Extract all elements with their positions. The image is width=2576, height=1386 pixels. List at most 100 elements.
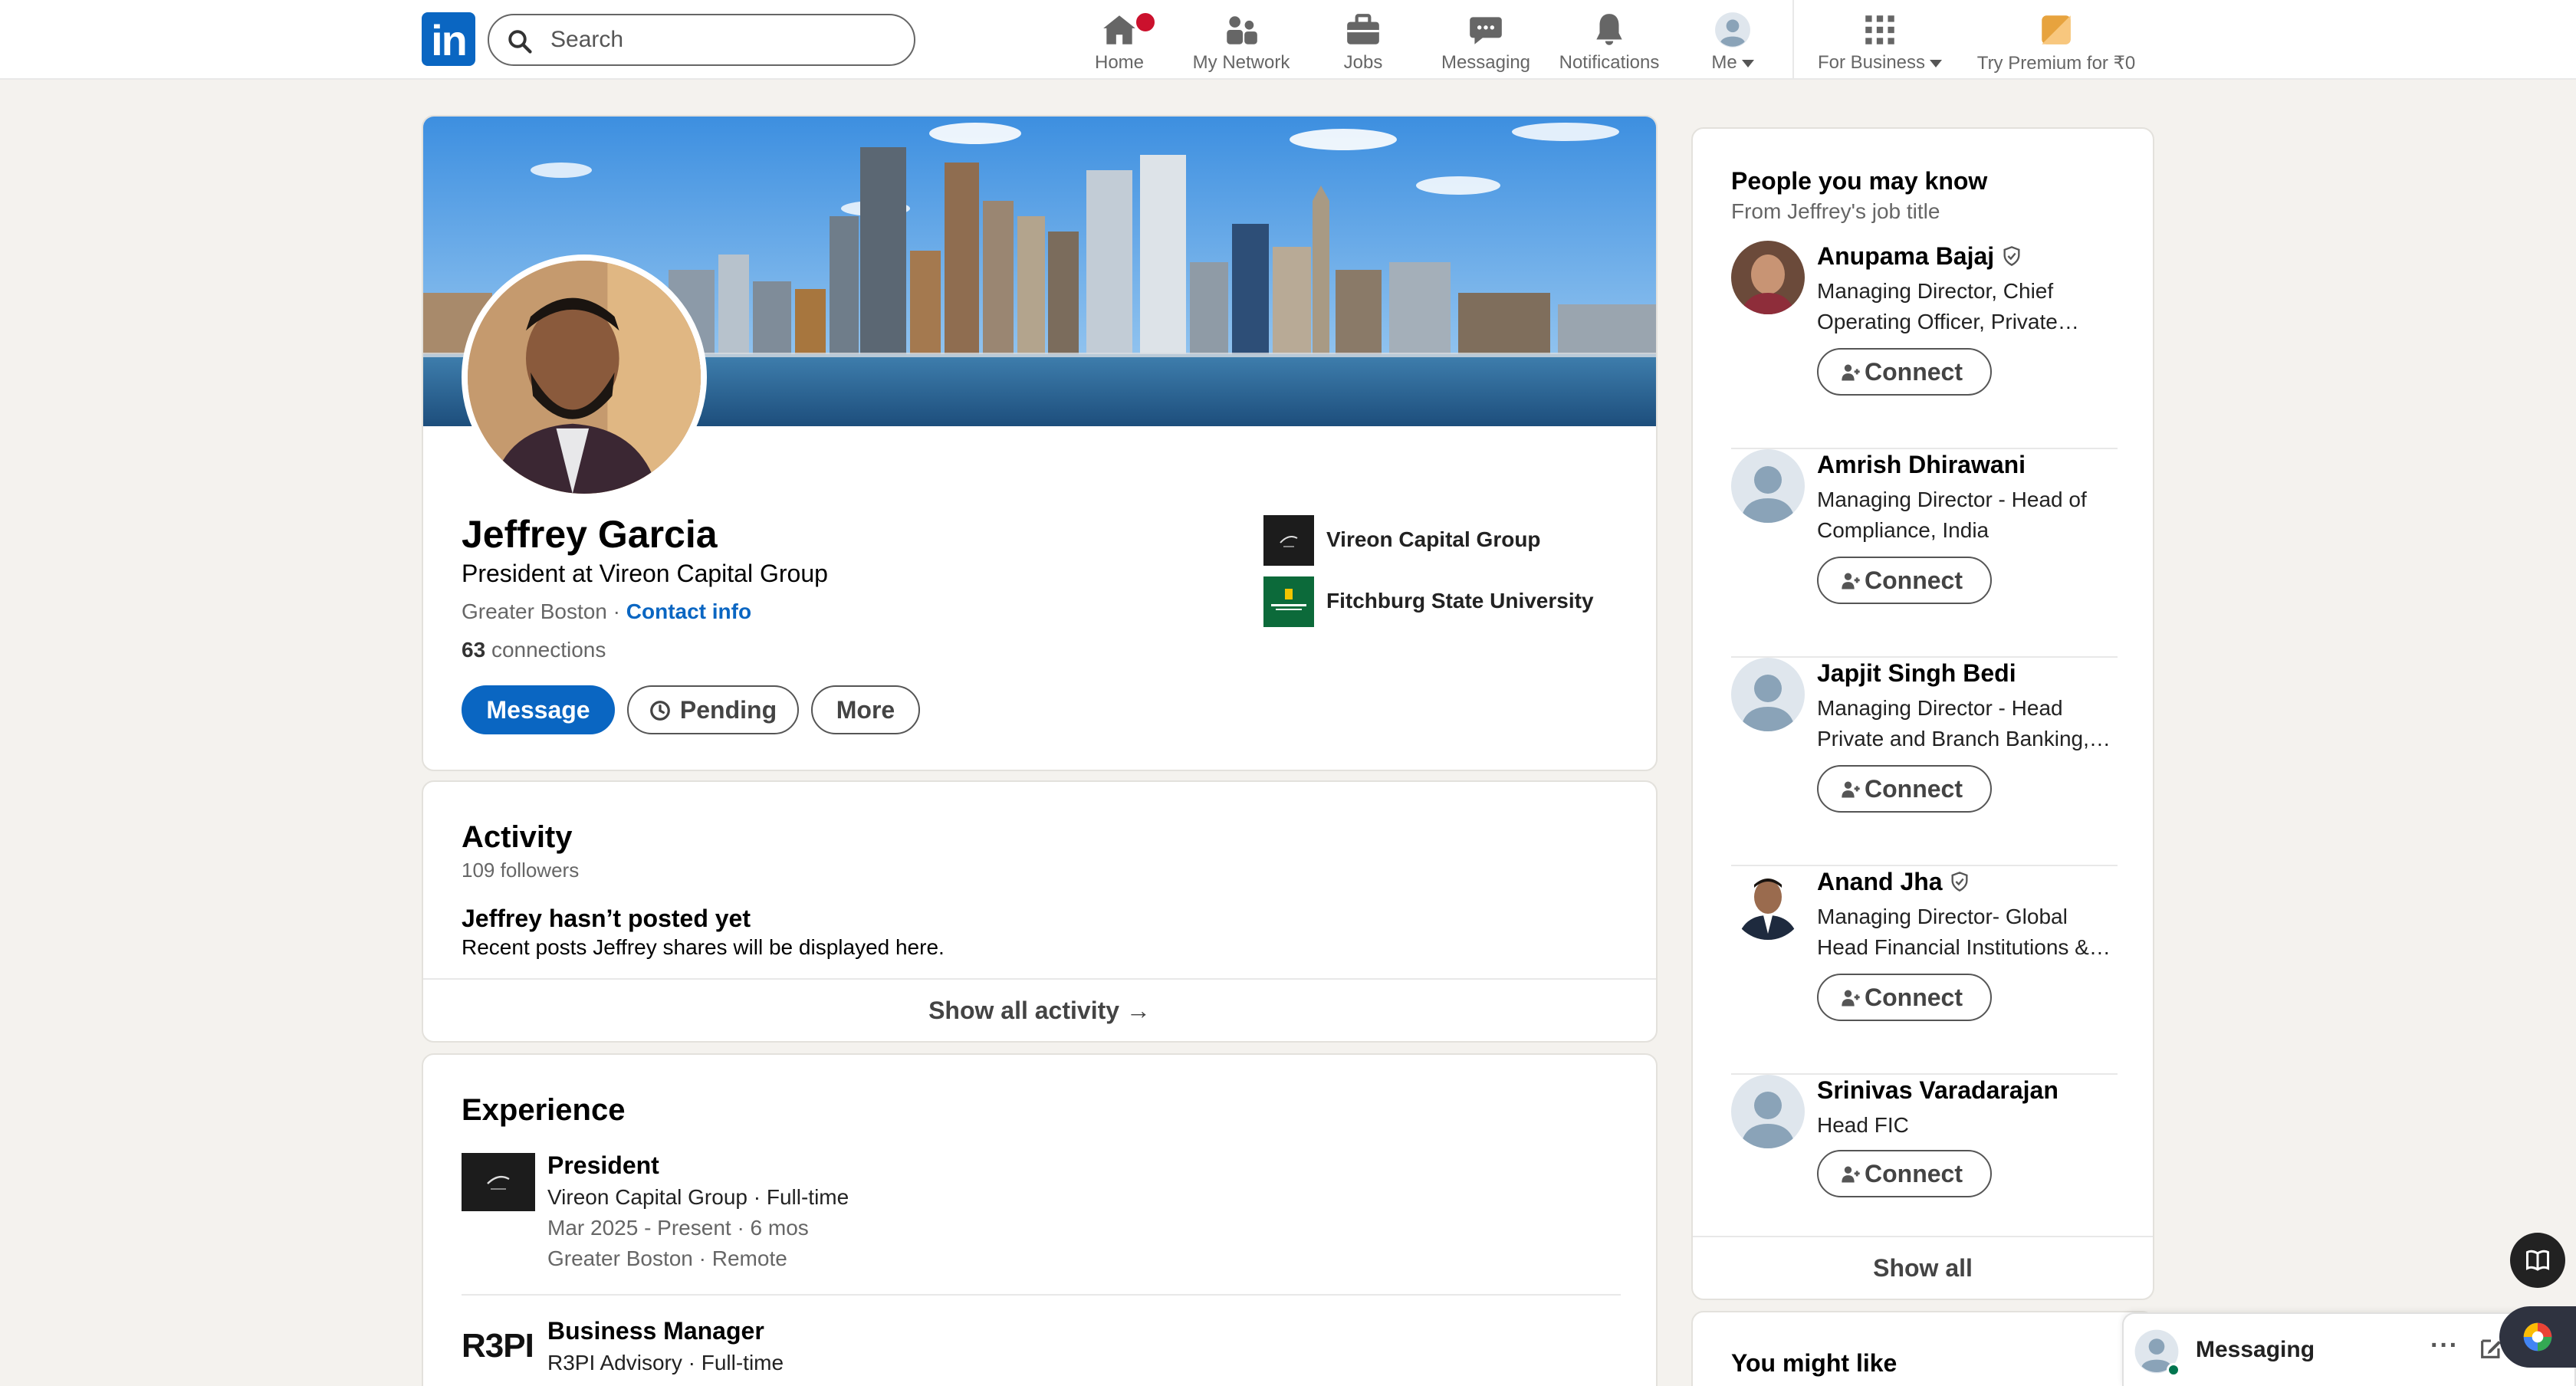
online-status-dot: [2167, 1363, 2180, 1377]
show-all-activity-button[interactable]: Show all activity →: [423, 978, 1656, 1041]
default-avatar-icon: [1731, 449, 1805, 523]
book-icon: [2526, 1250, 2549, 1271]
clock-icon: [650, 701, 670, 721]
contact-info-link[interactable]: Contact info: [626, 599, 751, 623]
suggested-person: Srinivas Varadarajan Head FIC Connect: [1731, 1075, 2118, 1213]
divider: [462, 1294, 1621, 1296]
profile-card: Jeffrey Garcia President at Vireon Capit…: [422, 115, 1658, 771]
extension-button[interactable]: [2499, 1306, 2576, 1368]
connect-button[interactable]: Connect: [1817, 348, 1992, 396]
person-photo: [1731, 866, 1805, 940]
more-button[interactable]: More: [811, 685, 920, 734]
experience-role-title[interactable]: President: [547, 1151, 659, 1180]
message-button[interactable]: Message: [462, 685, 615, 734]
person-avatar[interactable]: [1731, 241, 1805, 314]
home-icon: [1103, 15, 1135, 44]
activity-card: Activity 109 followers Jeffrey hasn’t po…: [422, 780, 1658, 1043]
person-name[interactable]: Srinivas Varadarajan: [1817, 1076, 2058, 1105]
experience-location: Greater Boston · Remote: [547, 1246, 787, 1270]
company-name: Vireon Capital Group: [1326, 527, 1541, 551]
person-headline: Head FIC: [1817, 1113, 1909, 1137]
linkedin-logo[interactable]: in: [422, 12, 475, 66]
bell-icon: [1596, 14, 1622, 45]
connect-button[interactable]: Connect: [1817, 1150, 1992, 1197]
suggested-person: Anand Jha Managing Director- Global Head…: [1731, 866, 2118, 1075]
empty-activity-title: Jeffrey hasn’t posted yet: [462, 905, 751, 932]
globe-icon: [2523, 1322, 2552, 1352]
person-avatar[interactable]: [1731, 658, 1805, 731]
nav-jobs[interactable]: Jobs: [1325, 6, 1401, 74]
empty-activity-desc: Recent posts Jeffrey shares will be disp…: [462, 935, 945, 959]
show-all-people-button[interactable]: Show all: [1693, 1236, 2153, 1299]
r3pi-logo: R3PI: [462, 1327, 534, 1365]
default-avatar-icon: [1731, 1075, 1805, 1148]
pending-button[interactable]: Pending: [627, 685, 799, 734]
person-name[interactable]: Amrish Dhirawani: [1817, 451, 2026, 479]
nav-notifications[interactable]: Notifications: [1553, 6, 1665, 74]
pymk-title: People you may know: [1731, 167, 1988, 195]
profile-location-row: Greater Boston · Contact info: [462, 599, 751, 624]
nav-for-business[interactable]: For Business: [1809, 6, 1950, 74]
person-avatar[interactable]: [1731, 866, 1805, 940]
experience-role-title[interactable]: Business Manager: [547, 1317, 764, 1345]
person-name-row[interactable]: Anand Jha: [1817, 868, 1970, 896]
chat-bubble-icon: [1470, 17, 1502, 44]
add-person-icon: [1842, 781, 1860, 798]
nav-label: My Network: [1192, 52, 1290, 73]
person-headline: Managing Director - Head Private and Bra…: [1817, 696, 2111, 750]
more-options-icon[interactable]: ···: [2430, 1331, 2459, 1361]
user-avatar-icon: [1715, 12, 1750, 48]
search-box[interactable]: [488, 14, 915, 66]
person-name-row[interactable]: Anupama Bajaj: [1817, 242, 2022, 271]
you-might-like-title: You might like: [1731, 1349, 1898, 1377]
pymk-subtitle: From Jeffrey's job title: [1731, 199, 1940, 223]
fitchburg-logo: [1263, 576, 1314, 627]
experience-company: R3PI Advisory · Full-time: [547, 1351, 784, 1375]
school-name: Fitchburg State University: [1326, 589, 1594, 613]
person-avatar[interactable]: [1731, 1075, 1805, 1148]
add-person-icon: [1842, 364, 1860, 381]
suggested-person: Japjit Singh Bedi Managing Director - He…: [1731, 658, 2118, 866]
reader-mode-button[interactable]: [2510, 1233, 2565, 1288]
connect-label: Connect: [1865, 567, 1963, 594]
nav-messaging[interactable]: Messaging: [1437, 6, 1535, 74]
notification-badge: [1134, 11, 1157, 34]
nav-label: Jobs: [1343, 52, 1383, 73]
vireon-logo: [462, 1153, 535, 1211]
connect-label: Connect: [1865, 775, 1963, 803]
profile-photo[interactable]: [462, 255, 707, 500]
suggested-person: Anupama Bajaj Managing Director, Chief O…: [1731, 241, 2118, 449]
experience-title: Experience: [462, 1093, 626, 1127]
profile-photo-image: [468, 261, 701, 494]
connect-label: Connect: [1865, 1160, 1963, 1187]
caret-down-icon: [1741, 59, 1754, 67]
person-name: Anand Jha: [1817, 868, 1943, 895]
person-name[interactable]: Japjit Singh Bedi: [1817, 659, 2016, 688]
people-you-may-know-card: People you may know From Jeffrey's job t…: [1691, 127, 2154, 1300]
separator: ·: [613, 599, 620, 623]
nav-try-premium[interactable]: Try Premium for ₹0: [1970, 6, 2142, 74]
connect-button[interactable]: Connect: [1817, 557, 1992, 604]
connections-label: connections: [491, 638, 606, 662]
person-avatar[interactable]: [1731, 449, 1805, 523]
search-input[interactable]: [550, 25, 888, 55]
nav-home[interactable]: Home: [1081, 6, 1158, 74]
connect-button[interactable]: Connect: [1817, 765, 1992, 813]
messaging-label: Messaging: [2196, 1337, 2315, 1362]
nav-label: Notifications: [1559, 52, 1660, 73]
nav-label: Me: [1711, 52, 1737, 73]
search-icon: [508, 30, 532, 54]
person-photo: [1731, 241, 1805, 314]
connections-count-row[interactable]: 63 connections: [462, 638, 606, 662]
profile-headline: President at Vireon Capital Group: [462, 560, 828, 587]
add-person-icon: [1842, 1166, 1860, 1183]
add-person-icon: [1842, 573, 1860, 590]
nav-my-network[interactable]: My Network: [1185, 6, 1297, 74]
connect-button[interactable]: Connect: [1817, 974, 1992, 1021]
nav-me[interactable]: Me: [1702, 6, 1763, 74]
verified-shield-icon: [1951, 872, 1968, 892]
top-navbar: in Home My Network Jobs: [0, 0, 2576, 80]
nav-label: For Business: [1817, 52, 1926, 73]
experience-company: Vireon Capital Group · Full-time: [547, 1185, 849, 1209]
connect-label: Connect: [1865, 358, 1963, 386]
